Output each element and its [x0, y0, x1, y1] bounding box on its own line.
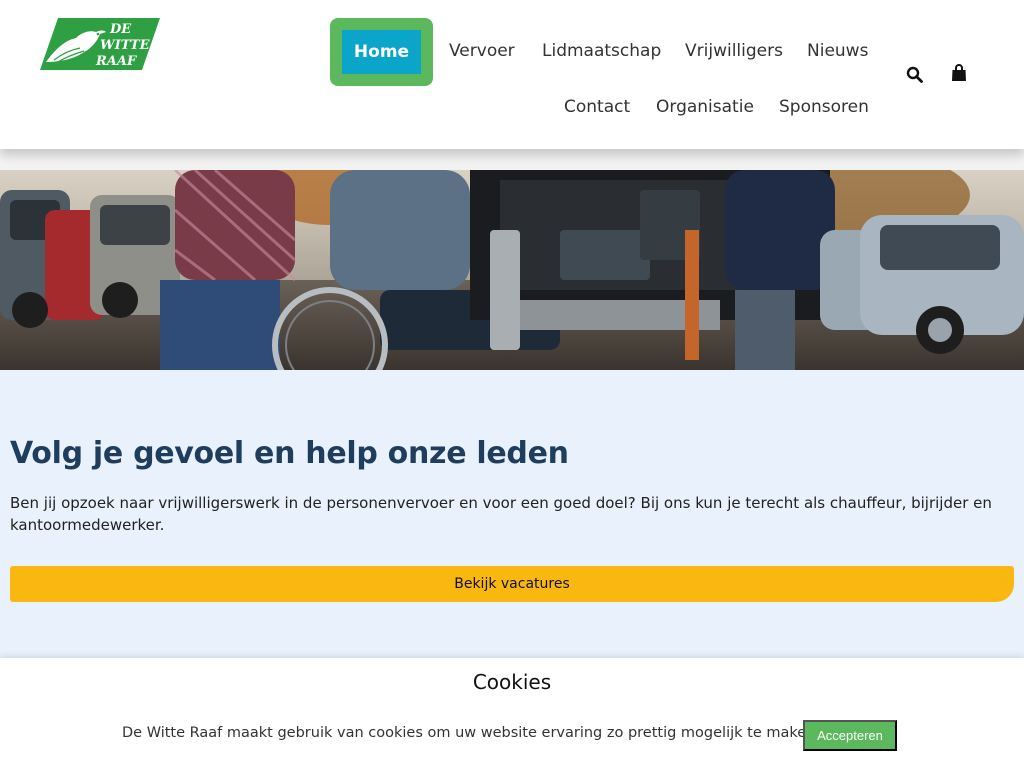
logo[interactable]: DE WITTE RAAF — [40, 18, 160, 70]
section-paragraph: Ben jij opzoek naar vrijwilligerswerk in… — [10, 494, 992, 534]
nav-item-organisatie[interactable]: Organisatie — [656, 97, 754, 117]
cookie-banner: Cookies De Witte Raaf maakt gebruik van … — [0, 658, 1024, 768]
svg-text:DE: DE — [109, 22, 132, 37]
shopping-bag-icon[interactable] — [949, 63, 969, 83]
cookie-title: Cookies — [472, 670, 552, 694]
nav-item-contact[interactable]: Contact — [564, 97, 630, 117]
view-vacancies-button[interactable]: Bekijk vacatures — [10, 566, 1014, 602]
svg-text:RAAF: RAAF — [95, 54, 137, 69]
logo-graphic: DE WITTE RAAF — [40, 18, 160, 70]
nav-item-lidmaatschap[interactable]: Lidmaatschap — [542, 41, 661, 61]
hero-image — [0, 170, 1024, 370]
cookie-text: De Witte Raaf maakt gebruik van cookies … — [122, 725, 820, 741]
nav-item-sponsoren[interactable]: Sponsoren — [779, 97, 869, 117]
nav-item-vervoer[interactable]: Vervoer — [449, 41, 515, 61]
header-shadow-strip — [0, 149, 1024, 170]
nav-home-highlight: Home — [330, 18, 433, 86]
search-icon[interactable] — [904, 64, 924, 84]
nav-item-nieuws[interactable]: Nieuws — [807, 41, 868, 61]
site-header: DE WITTE RAAF Home Vervoer Lidmaatschap … — [0, 0, 1024, 149]
svg-text:WITTE: WITTE — [100, 38, 151, 53]
section-headline: Volg je gevoel en help onze leden — [10, 436, 569, 471]
nav-item-vrijwilligers[interactable]: Vrijwilligers — [685, 41, 783, 61]
nav-item-home[interactable]: Home — [342, 30, 421, 74]
volunteer-section: Volg je gevoel en help onze leden Ben ji… — [0, 370, 1024, 660]
accept-cookies-button[interactable]: Accepteren — [803, 720, 897, 751]
